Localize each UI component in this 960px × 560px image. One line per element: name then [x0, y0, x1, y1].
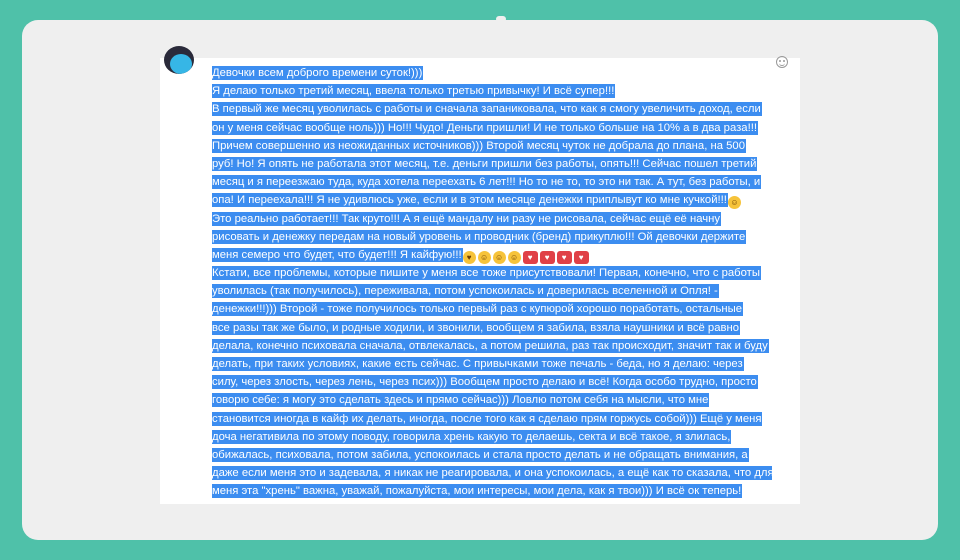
- message-line: доча негативила по этому поводу, говорил…: [212, 430, 731, 443]
- message-line: силу, через злость, через лень, через пс…: [212, 376, 757, 389]
- message-line: опа! И переехала!!! Я не удивлюсь уже, е…: [212, 194, 727, 207]
- kiss-emoji-icon: ♥: [556, 250, 572, 264]
- smile-emoji-icon: ☺: [477, 250, 491, 264]
- message-line: даже если меня это и задевала, я никак н…: [212, 467, 772, 480]
- message-line: меня семеро что будет, что будет!!! Я ка…: [212, 248, 462, 261]
- kiss-emoji-icon: ♥: [522, 250, 538, 264]
- kiss-emoji-icon: ♥: [573, 250, 589, 264]
- user-avatar[interactable]: [164, 46, 194, 74]
- message-line: месяц и я переезжаю туда, куда хотела пе…: [212, 176, 761, 189]
- message-line: становится иногда в кайф их делать, иног…: [212, 412, 762, 425]
- smile-emoji-icon: ☺: [492, 250, 506, 264]
- message-text[interactable]: Девочки всем доброго времени суток!))) Я…: [212, 64, 772, 501]
- card-notch: [496, 16, 506, 22]
- message-line: меня эта "хрень" важна, уважай, пожалуйс…: [212, 485, 742, 498]
- message-line: Девочки всем доброго времени суток!))): [212, 67, 423, 79]
- message-line: Кстати, все проблемы, которые пишите у м…: [212, 267, 760, 280]
- message-line: Это реально работает!!! Так круто!!! А я…: [212, 212, 721, 225]
- message-line: рисовать и денежку передам на новый уров…: [212, 230, 746, 243]
- message-line: говорю себе: я могу это сделать здесь и …: [212, 394, 709, 407]
- message-line: Я делаю только третий месяц, ввела тольк…: [212, 85, 615, 98]
- message-line: В первый же месяц уволилась с работы и с…: [212, 103, 761, 116]
- message-line: все разы так же было, и родные ходили, и…: [212, 321, 739, 334]
- message-line: обижалась, психовала, потом забила, успо…: [212, 448, 748, 461]
- kiss-emoji-icon: ♥: [539, 250, 555, 264]
- message-line: руб! Но! Я опять не работала этот месяц,…: [212, 157, 757, 170]
- message-line: денежки!!!))) Второй - тоже получилось т…: [212, 303, 743, 316]
- smiley-icon[interactable]: [776, 56, 788, 68]
- message-line: он у меня сейчас вообще ноль))) Но!!! Чу…: [212, 121, 758, 134]
- message-line: Причем совершенно из неожиданных источни…: [212, 139, 745, 152]
- grin-emoji-icon: ☺: [507, 250, 521, 264]
- message-line: делать, при таких условиях, какие есть с…: [212, 358, 743, 370]
- message-line: уволилась (так получилось), переживала, …: [212, 285, 718, 298]
- screenshot-frame: Девочки всем доброго времени суток!))) Я…: [0, 0, 960, 560]
- heart-eyes-emoji-icon: ♥: [462, 250, 476, 264]
- avatar-image: [170, 54, 192, 74]
- grin-emoji-icon: ☺: [727, 196, 741, 210]
- message-line: делала, конечно психовала сначала, отвле…: [212, 339, 768, 352]
